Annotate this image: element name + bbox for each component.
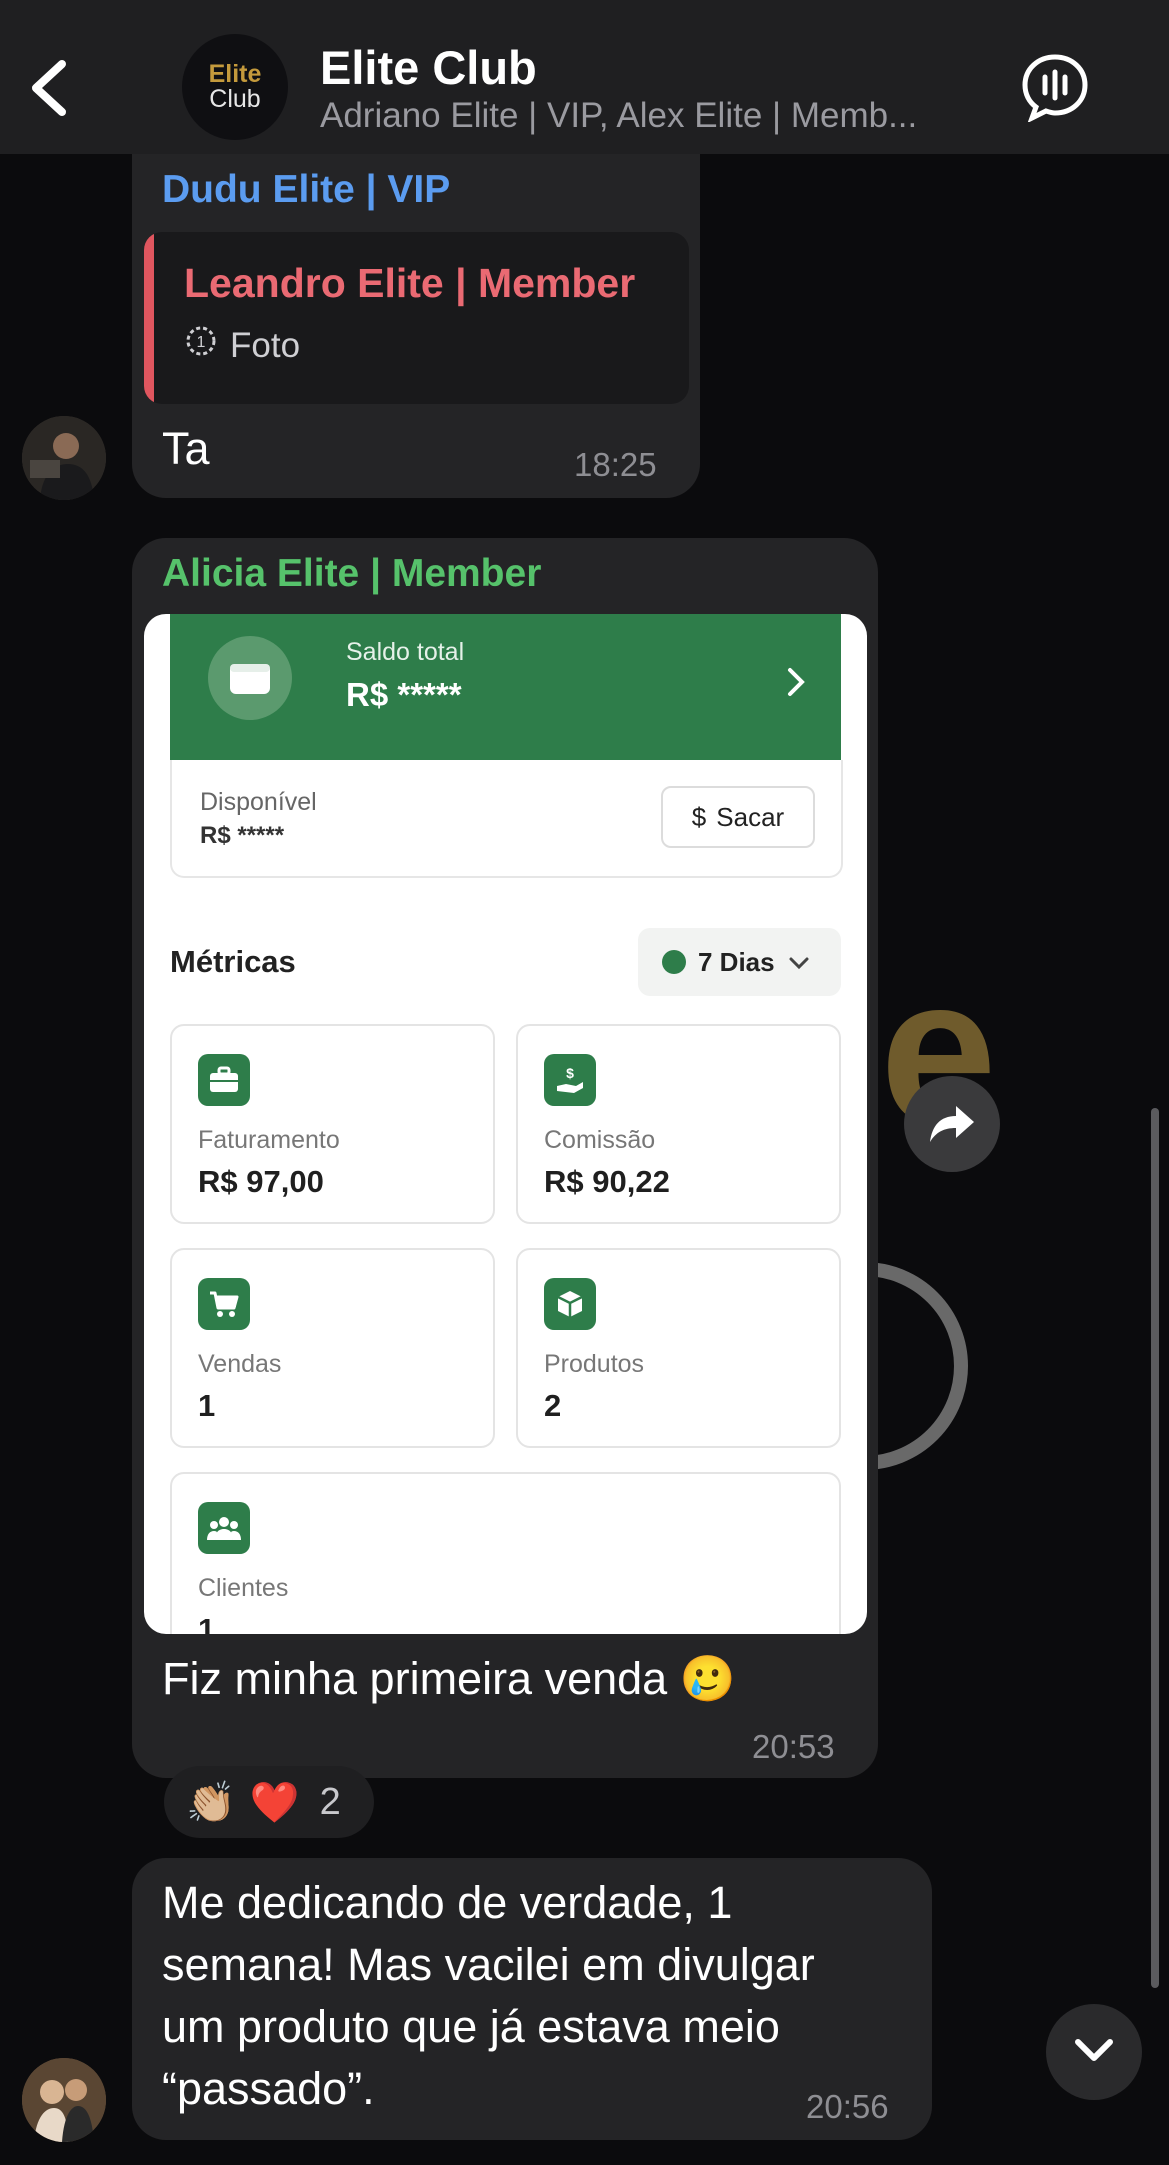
reply-quote[interactable]: Leandro Elite | Member 1 Foto: [144, 232, 689, 404]
scrollbar[interactable]: [1151, 1108, 1159, 1988]
reaction-emoji: 👏🏼: [186, 1779, 236, 1826]
shared-image[interactable]: Saldo total R$ ***** Disponível R$ *****…: [144, 614, 867, 1634]
cart-icon: [198, 1278, 250, 1330]
share-icon[interactable]: [904, 1076, 1000, 1172]
dollar-icon: $: [691, 801, 707, 832]
chevron-down-icon: [787, 947, 811, 978]
avatar[interactable]: [22, 2058, 106, 2142]
avatar-text-line2: Club: [209, 85, 261, 113]
chat-members-subtitle[interactable]: Adriano Elite | VIP, Alex Elite | Memb..…: [320, 96, 990, 136]
message-text-line: semana! Mas vacilei em divulgar: [162, 1939, 815, 1990]
metricas-heading: Métricas: [170, 944, 296, 979]
metric-value: R$ 90,22: [544, 1164, 670, 1199]
reply-bar: [144, 232, 154, 404]
reaction-emoji: ❤️: [249, 1779, 300, 1826]
metric-label: Faturamento: [198, 1126, 340, 1154]
message-text-line: um produto que já estava meio: [162, 2001, 780, 2052]
wallet-icon: [208, 636, 292, 720]
metric-label: Clientes: [198, 1574, 289, 1602]
metric-label: Comissão: [544, 1126, 656, 1154]
message-text-line: “passado”.: [162, 2063, 375, 2114]
chevron-left-icon[interactable]: [22, 58, 82, 118]
metric-card: Faturamento R$ 97,00: [170, 1024, 495, 1224]
svg-text:1: 1: [197, 334, 206, 351]
money-hand-icon: $: [544, 1054, 596, 1106]
briefcase-icon: [198, 1054, 250, 1106]
metric-value: 1: [198, 1612, 216, 1634]
reaction-count: 2: [319, 1780, 341, 1823]
reply-type-label: Foto: [230, 325, 301, 365]
avatar-text-line1: Elite: [208, 60, 262, 88]
message-time: 20:53: [752, 1728, 835, 1765]
metric-value: 2: [544, 1388, 562, 1423]
metric-label: Produtos: [544, 1350, 645, 1378]
metric-value: R$ 97,00: [198, 1164, 324, 1199]
disponivel-card: Disponível R$ ***** $ Sacar: [170, 760, 843, 878]
chevron-right-icon: [781, 662, 811, 702]
metric-label: Vendas: [198, 1350, 282, 1378]
disponivel-label: Disponível: [200, 788, 317, 816]
metric-card: Produtos 2: [516, 1248, 841, 1448]
message-time: 20:56: [806, 2088, 889, 2125]
status-dot: [662, 950, 686, 974]
message-sender[interactable]: Dudu Elite | VIP: [162, 168, 450, 212]
sacar-button: $ Sacar: [661, 786, 815, 848]
avatar[interactable]: [22, 416, 106, 500]
chevron-down-icon: [1072, 2036, 1116, 2068]
disponivel-value: R$ *****: [200, 822, 285, 849]
message-sender[interactable]: Alicia Elite | Member: [162, 552, 541, 596]
voice-chat-icon[interactable]: [1020, 52, 1090, 124]
box-icon: [544, 1278, 596, 1330]
message-text-line: Me dedicando de verdade, 1: [162, 1877, 733, 1928]
sacar-label: Sacar: [716, 801, 785, 832]
metric-card: Vendas 1: [170, 1248, 495, 1448]
view-once-icon: 1: [184, 324, 218, 367]
message-text: Fiz minha primeira venda 🥲: [162, 1653, 736, 1704]
saldo-value: R$ *****: [346, 676, 462, 713]
message-time: 18:25: [574, 446, 657, 483]
reply-sender: Leandro Elite | Member: [184, 260, 636, 306]
reactions-bar[interactable]: 👏🏼 ❤️ 2: [164, 1766, 374, 1838]
saldo-card: Saldo total R$ *****: [170, 614, 841, 760]
scroll-down-button[interactable]: [1046, 2004, 1142, 2100]
chat-title[interactable]: Elite Club: [320, 40, 537, 95]
svg-text:$: $: [566, 1065, 574, 1081]
message-text: Ta: [162, 423, 210, 474]
chat-header: Elite Club Elite Club Adriano Elite | VI…: [0, 0, 1169, 154]
period-selector: 7 Dias: [638, 928, 841, 996]
users-icon: [198, 1502, 250, 1554]
metric-card: $ Comissão R$ 90,22: [516, 1024, 841, 1224]
period-label: 7 Dias: [698, 946, 775, 977]
metric-card: Clientes 1: [170, 1472, 841, 1634]
reply-type: 1 Foto: [184, 324, 300, 367]
saldo-label: Saldo total: [346, 638, 465, 666]
metric-value: 1: [198, 1388, 216, 1423]
group-avatar[interactable]: Elite Club: [182, 34, 288, 140]
